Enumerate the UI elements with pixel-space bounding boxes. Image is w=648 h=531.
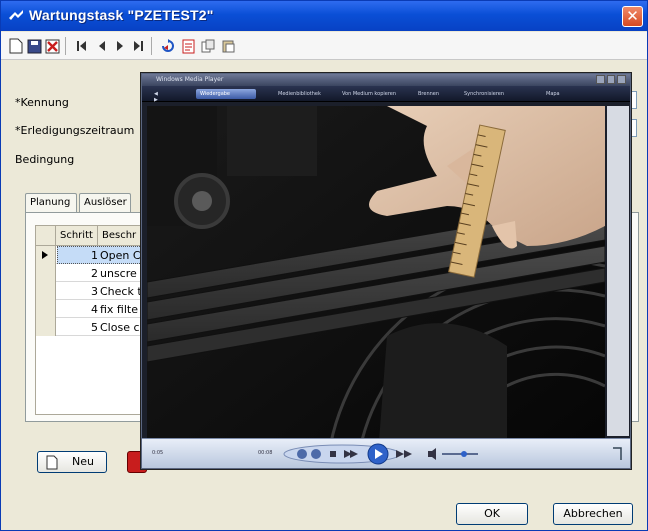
video-image bbox=[147, 106, 605, 468]
volume-icon[interactable] bbox=[428, 448, 436, 460]
shuffle-icon[interactable] bbox=[297, 449, 307, 459]
title-bar[interactable]: Wartungstask "PZETEST2" ✕ bbox=[1, 1, 647, 31]
delete-icon[interactable] bbox=[43, 38, 61, 54]
next-icon[interactable] bbox=[396, 450, 412, 458]
last-record-icon[interactable] bbox=[129, 38, 147, 54]
report-icon[interactable] bbox=[179, 38, 197, 54]
copy-icon[interactable] bbox=[199, 38, 217, 54]
video-frame[interactable] bbox=[147, 106, 605, 468]
paste-icon[interactable] bbox=[219, 38, 237, 54]
row-header[interactable] bbox=[36, 300, 56, 318]
nav-brennen[interactable]: Brennen bbox=[414, 89, 448, 99]
row-header[interactable] bbox=[36, 264, 56, 282]
abbrechen-button[interactable]: Abbrechen bbox=[553, 503, 633, 525]
playback-controls: 0:05 00:08 bbox=[142, 438, 630, 468]
nav-mapa[interactable]: Mapa bbox=[542, 89, 582, 99]
row-header[interactable] bbox=[36, 282, 56, 300]
media-player-nav: ◀ ▶ Wiedergabe Medienbibliothek Von Medi… bbox=[142, 86, 630, 103]
neu-button[interactable]: Neu bbox=[37, 451, 107, 473]
erledigungszeitraum-label: *Erledigungszeitraum bbox=[15, 124, 135, 137]
nav-medienbibliothek[interactable]: Medienbibliothek bbox=[274, 89, 334, 99]
close-button[interactable]: ✕ bbox=[622, 6, 643, 27]
previous-record-icon[interactable] bbox=[93, 38, 111, 54]
volume-slider[interactable] bbox=[461, 451, 467, 457]
app-logo-icon bbox=[9, 10, 23, 20]
first-record-icon[interactable] bbox=[73, 38, 91, 54]
transport-controls bbox=[283, 443, 478, 465]
step-number: 5 bbox=[91, 321, 98, 334]
row-header[interactable] bbox=[36, 318, 56, 336]
nav-wiedergabe[interactable]: Wiedergabe bbox=[196, 89, 256, 99]
tab-ausloeser[interactable]: Auslöser bbox=[79, 193, 131, 213]
nav-von-medium-kopieren[interactable]: Von Medium kopieren bbox=[338, 89, 402, 99]
row-header-corner bbox=[36, 226, 56, 246]
row-header[interactable] bbox=[36, 246, 56, 264]
media-player-window[interactable]: Windows Media Player ◀ ▶ Wiedergabe Medi… bbox=[141, 73, 631, 469]
refresh-icon[interactable] bbox=[159, 38, 177, 54]
new-document-icon[interactable] bbox=[7, 38, 25, 54]
bedingung-label: Bedingung bbox=[15, 153, 75, 166]
step-number: 1 bbox=[91, 249, 98, 262]
column-header-schritt[interactable]: Schritt bbox=[56, 226, 98, 246]
kennung-label: *Kennung bbox=[15, 96, 69, 109]
step-number: 3 bbox=[91, 285, 98, 298]
media-player-title: Windows Media Player bbox=[156, 76, 224, 83]
toolbar bbox=[1, 32, 647, 60]
status-text: 0:05 bbox=[152, 450, 164, 456]
ok-button[interactable]: OK bbox=[456, 503, 528, 525]
step-number: 2 bbox=[91, 267, 98, 280]
next-record-icon[interactable] bbox=[111, 38, 129, 54]
back-forward-icon[interactable]: ◀ ▶ bbox=[150, 89, 164, 103]
tab-planung[interactable]: Planung bbox=[25, 193, 77, 213]
media-player-title-bar[interactable]: Windows Media Player bbox=[142, 74, 630, 86]
media-player-window-controls[interactable] bbox=[596, 75, 627, 84]
save-icon[interactable] bbox=[25, 38, 43, 54]
dialog-window: Wartungstask "PZETEST2" ✕ *Kennung *Erle… bbox=[0, 0, 648, 531]
step-number: 4 bbox=[91, 303, 98, 316]
fullscreen-icon[interactable] bbox=[612, 447, 622, 461]
new-document-icon bbox=[46, 455, 58, 470]
elapsed-time: 00:08 bbox=[258, 450, 273, 456]
neu-button-label: Neu bbox=[72, 455, 94, 468]
nav-synchronisieren[interactable]: Synchronisieren bbox=[460, 89, 516, 99]
repeat-icon[interactable] bbox=[311, 449, 321, 459]
current-row-arrow-icon bbox=[42, 251, 48, 259]
stop-icon[interactable] bbox=[330, 451, 336, 457]
media-player-side-panel bbox=[607, 106, 629, 436]
window-title: Wartungstask "PZETEST2" bbox=[29, 7, 214, 23]
